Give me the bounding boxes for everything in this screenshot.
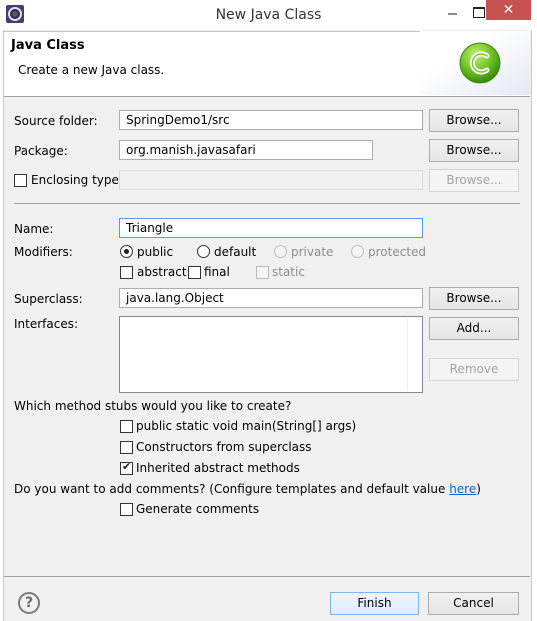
list-column-divider — [407, 318, 408, 391]
source-folder-browse-button[interactable]: Browse... — [429, 109, 519, 132]
class-name-input[interactable]: Triangle — [119, 218, 423, 238]
modifier-protected-radio[interactable] — [351, 245, 364, 258]
superclass-input[interactable]: java.lang.Object — [119, 288, 423, 308]
stub-inherited-label: Inherited abstract methods — [136, 461, 300, 475]
modifier-default-radio[interactable] — [197, 245, 210, 258]
modifier-public-radio[interactable] — [120, 245, 133, 258]
modifier-final-checkbox[interactable] — [188, 266, 201, 279]
stub-inherited-checkbox[interactable] — [120, 460, 133, 475]
stub-main-label: public static void main(String[] args) — [136, 419, 357, 433]
modifier-final-label: final — [204, 265, 230, 279]
add-interface-button[interactable]: Add... — [429, 317, 519, 340]
modifier-public-label: public — [137, 245, 174, 259]
modifier-abstract-checkbox[interactable] — [120, 266, 133, 279]
comments-question-suffix: ) — [476, 482, 481, 496]
modifier-protected-label: protected — [368, 245, 427, 259]
wizard-title: Java Class — [11, 38, 85, 53]
superclass-browse-button[interactable]: Browse... — [429, 287, 519, 310]
comments-question-text: Do you want to add comments? (Configure … — [14, 482, 450, 496]
close-icon: ✕ — [502, 2, 515, 18]
minimize-icon — [448, 13, 457, 15]
section-separator — [14, 203, 520, 204]
remove-interface-button[interactable]: Remove — [429, 358, 519, 381]
modifier-private-radio[interactable] — [274, 245, 287, 258]
finish-button[interactable]: Finish — [330, 592, 419, 615]
java-class-c-icon — [458, 41, 502, 85]
close-button[interactable]: ✕ — [486, 0, 531, 20]
generate-comments-label: Generate comments — [136, 502, 260, 516]
help-icon[interactable]: ? — [18, 592, 40, 614]
name-label: Name: — [14, 222, 54, 236]
header-separator — [4, 96, 530, 97]
interfaces-list[interactable] — [119, 316, 423, 393]
comments-question: Do you want to add comments? (Configure … — [14, 482, 481, 496]
modifier-abstract-label: abstract — [137, 265, 187, 279]
method-stubs-question: Which method stubs would you like to cre… — [14, 399, 292, 413]
stub-constructors-label: Constructors from superclass — [136, 440, 312, 454]
superclass-label: Superclass: — [14, 292, 83, 306]
minimize-button[interactable] — [440, 0, 466, 30]
source-folder-label: Source folder: — [14, 114, 98, 128]
modifier-static-checkbox[interactable] — [256, 266, 269, 279]
stub-constructors-checkbox[interactable] — [120, 441, 133, 454]
modifiers-label: Modifiers: — [14, 245, 73, 259]
configure-templates-link[interactable]: here — [449, 482, 476, 496]
package-label: Package: — [14, 144, 68, 158]
maximize-icon — [473, 7, 485, 18]
package-browse-button[interactable]: Browse... — [429, 139, 519, 162]
footer-separator — [4, 576, 530, 577]
cancel-button[interactable]: Cancel — [428, 592, 519, 615]
source-folder-input[interactable]: SpringDemo1/src — [119, 110, 423, 130]
modifier-default-label: default — [214, 245, 257, 259]
wizard-description: Create a new Java class. — [18, 63, 165, 77]
enclosing-type-input[interactable] — [119, 170, 423, 190]
package-input[interactable]: org.manish.javasafari — [119, 140, 373, 160]
enclosing-type-browse-button[interactable]: Browse... — [429, 169, 519, 192]
enclosing-type-checkbox[interactable] — [14, 174, 27, 187]
modifier-private-label: private — [291, 245, 334, 259]
interfaces-label: Interfaces: — [14, 317, 79, 331]
modifier-static-label: static — [272, 265, 305, 279]
stub-main-checkbox[interactable] — [120, 420, 133, 433]
enclosing-type-label: Enclosing type: — [31, 173, 123, 187]
generate-comments-checkbox[interactable] — [120, 503, 133, 516]
